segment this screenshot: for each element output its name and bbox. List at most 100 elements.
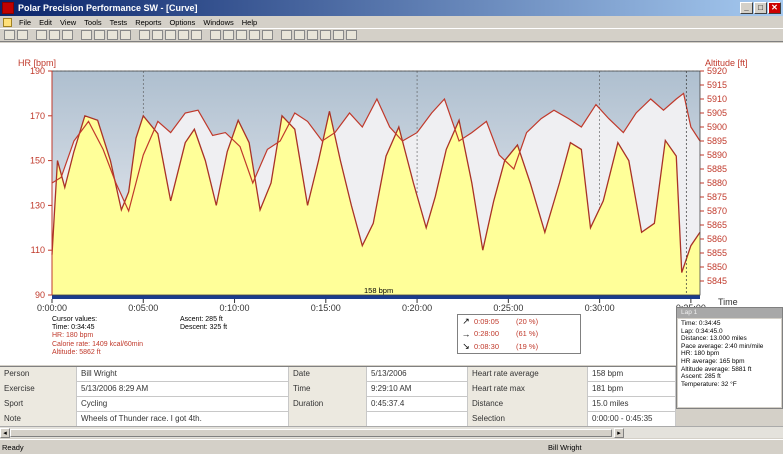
chart-1-icon[interactable] bbox=[294, 30, 305, 40]
globe-icon[interactable] bbox=[94, 30, 105, 40]
copy-icon[interactable] bbox=[49, 30, 60, 40]
left-tick-label: 130 bbox=[30, 200, 45, 210]
lap-line: Temperature: 32 °F bbox=[681, 380, 737, 388]
card-icon[interactable] bbox=[139, 30, 150, 40]
summary-value: Cycling bbox=[77, 396, 289, 412]
undo-icon[interactable] bbox=[249, 30, 260, 40]
menu-reports[interactable]: Reports bbox=[131, 18, 165, 27]
summary-label: Person bbox=[0, 366, 77, 382]
ascent-info: Ascent: 285 ft Descent: 325 ft bbox=[180, 316, 227, 332]
summary-label: Heart rate max bbox=[468, 381, 588, 397]
lap-line: Altitude average: 5881 ft bbox=[681, 365, 752, 373]
save-icon[interactable] bbox=[17, 30, 28, 40]
left-tick-label: 150 bbox=[30, 156, 45, 166]
cursor-hr: HR: 180 bpm bbox=[52, 332, 94, 340]
document-icon[interactable] bbox=[3, 17, 12, 27]
polar-app-icon bbox=[2, 2, 14, 14]
arrow-right-icon: → bbox=[461, 328, 471, 339]
excel-icon[interactable] bbox=[191, 30, 202, 40]
zoom-out-icon[interactable] bbox=[236, 30, 247, 40]
zone-below: ↘ 0:08:30 (19 %) bbox=[458, 340, 580, 353]
menu-edit[interactable]: Edit bbox=[35, 18, 56, 27]
ascent-value: Ascent: 285 ft bbox=[180, 316, 223, 323]
maximize-button[interactable]: □ bbox=[754, 2, 767, 14]
lap-info-panel: Lap 1 Time: 0:34:45 Lap: 0:34:45.0 Distanc… bbox=[676, 307, 783, 409]
right-tick-label: 5855 bbox=[707, 248, 727, 258]
x-tick-label: 0:10:00 bbox=[220, 303, 250, 313]
summary-label: Sport bbox=[0, 396, 77, 412]
cursor-altitude: Altitude: 5862 ft bbox=[52, 348, 101, 356]
right-tick-label: 5895 bbox=[707, 136, 727, 146]
zoom-in-icon[interactable] bbox=[223, 30, 234, 40]
threshold-label: 158 bpm bbox=[364, 286, 393, 295]
cursor-calorie: Calorie rate: 1409 kcal/60min bbox=[52, 340, 144, 348]
summary-value: Wheels of Thunder race. I got 4th. bbox=[77, 411, 289, 427]
zone-time: 0:28:00 bbox=[474, 329, 500, 339]
status-bar: Ready Bill Wright bbox=[0, 439, 783, 454]
summary-label: Selection bbox=[468, 411, 588, 427]
open-icon[interactable] bbox=[4, 30, 15, 40]
chart-4-icon[interactable] bbox=[333, 30, 344, 40]
redo-icon[interactable] bbox=[262, 30, 273, 40]
right-tick-label: 5890 bbox=[707, 150, 727, 160]
summary-value: 158 bpm bbox=[588, 366, 676, 382]
layers-icon[interactable] bbox=[152, 30, 163, 40]
export-icon[interactable] bbox=[281, 30, 292, 40]
close-button[interactable]: ✕ bbox=[768, 2, 781, 14]
right-tick-label: 5915 bbox=[707, 80, 727, 90]
menu-windows[interactable]: Windows bbox=[199, 18, 237, 27]
chart-5-icon[interactable] bbox=[346, 30, 357, 40]
horizontal-scrollbar[interactable]: ◂ ▸ bbox=[0, 426, 783, 438]
x-axis-title: Time bbox=[718, 297, 738, 307]
right-tick-label: 5905 bbox=[707, 108, 727, 118]
title-bar: Polar Precision Performance SW - [Curve]… bbox=[0, 0, 783, 16]
curve-icon[interactable] bbox=[165, 30, 176, 40]
scroll-right-icon[interactable]: ▸ bbox=[614, 428, 624, 438]
right-tick-label: 5900 bbox=[707, 122, 727, 132]
lap-line: Time: 0:34:45 bbox=[681, 320, 721, 327]
summary-value: 5/13/2006 8:29 AM bbox=[77, 381, 289, 397]
cursor-time: Time: 0:34:45 bbox=[52, 324, 95, 332]
menu-bar: File Edit View Tools Tests Reports Optio… bbox=[0, 16, 783, 28]
summary-row: Person Bill Wright Date 5/13/2006 Heart rate… bbox=[0, 366, 676, 382]
menu-tools[interactable]: Tools bbox=[80, 18, 106, 27]
menu-options[interactable]: Options bbox=[165, 18, 199, 27]
menu-file[interactable]: File bbox=[15, 18, 35, 27]
right-tick-label: 5865 bbox=[707, 220, 727, 230]
x-tick-label: 0:05:00 bbox=[128, 303, 158, 313]
x-tick-label: 0:00:00 bbox=[37, 303, 67, 313]
summary-row: Sport Cycling Duration 0:45:37.4 Distance 15.… bbox=[0, 396, 676, 412]
right-axis-title: Altitude [ft] bbox=[705, 58, 748, 68]
chart-2-icon[interactable] bbox=[307, 30, 318, 40]
print-icon[interactable] bbox=[36, 30, 47, 40]
menu-tests[interactable]: Tests bbox=[106, 18, 132, 27]
summary-value: Bill Wright bbox=[77, 366, 289, 382]
zone-above: ↗ 0:09:05 (20 %) bbox=[458, 315, 580, 328]
lap-line: Pace average: 2:40 min/mile bbox=[681, 342, 764, 350]
lap-line: Distance: 13.000 miles bbox=[681, 335, 747, 343]
trend-icon[interactable] bbox=[178, 30, 189, 40]
arrow-up-icon: ↗ bbox=[462, 315, 470, 326]
download-icon[interactable] bbox=[107, 30, 118, 40]
x-tick-label: 0:20:00 bbox=[402, 303, 432, 313]
lap-title: Lap 1 bbox=[677, 308, 782, 318]
chart-3-icon[interactable] bbox=[320, 30, 331, 40]
zone-time: 0:09:05 bbox=[474, 316, 500, 326]
wand-icon[interactable] bbox=[120, 30, 131, 40]
x-tick-label: 0:30:00 bbox=[585, 303, 615, 313]
scroll-thumb[interactable] bbox=[10, 429, 612, 437]
summary-value: 9:29:10 AM bbox=[367, 381, 468, 397]
right-tick-label: 5910 bbox=[707, 94, 727, 104]
right-tick-label: 5885 bbox=[707, 164, 727, 174]
menu-view[interactable]: View bbox=[56, 18, 80, 27]
table-icon[interactable] bbox=[210, 30, 221, 40]
refresh-icon[interactable] bbox=[81, 30, 92, 40]
summary-value bbox=[367, 411, 468, 427]
cursor-header: Cursor values: bbox=[52, 316, 98, 323]
left-tick-label: 170 bbox=[30, 111, 45, 121]
minimize-button[interactable]: _ bbox=[740, 2, 753, 14]
scroll-left-icon[interactable]: ◂ bbox=[0, 428, 10, 438]
right-tick-label: 5845 bbox=[707, 276, 727, 286]
paste-icon[interactable] bbox=[62, 30, 73, 40]
menu-help[interactable]: Help bbox=[238, 18, 261, 27]
